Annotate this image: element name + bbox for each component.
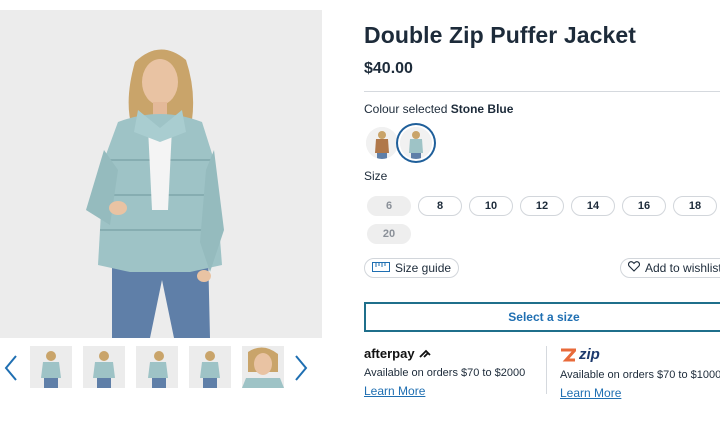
- colour-swatch-stone-blue[interactable]: [400, 127, 432, 159]
- zip-learn-more-link[interactable]: Learn More: [560, 386, 621, 400]
- size-guide-label: Size guide: [395, 261, 452, 275]
- zip-block: zip Available on orders $70 to $1000 Lea…: [560, 346, 720, 402]
- thumbnail-2[interactable]: [83, 346, 125, 388]
- size-18[interactable]: 18: [673, 196, 717, 216]
- afterpay-brand: afterpay: [364, 346, 415, 361]
- chevron-left-icon[interactable]: [2, 352, 22, 384]
- size-10[interactable]: 10: [469, 196, 513, 216]
- size-16[interactable]: 16: [622, 196, 666, 216]
- afterpay-text: Available on orders $70 to $2000: [364, 367, 526, 379]
- afterpay-learn-more-link[interactable]: Learn More: [364, 384, 425, 398]
- colour-selected-name: Stone Blue: [450, 102, 514, 116]
- colour-swatch-tan[interactable]: [366, 127, 398, 159]
- thumbnail-strip: [0, 342, 322, 398]
- heart-icon: [627, 261, 641, 275]
- size-guide-button[interactable]: Size guide: [364, 258, 460, 278]
- colour-selected-line: Colour selected Stone Blue: [364, 102, 513, 116]
- add-to-wishlist-button[interactable]: Add to wishlist: [620, 258, 720, 278]
- zip-brand: zip: [579, 346, 600, 363]
- size-12[interactable]: 12: [520, 196, 564, 216]
- divider: [364, 91, 720, 92]
- afterpay-block: afterpay Available on orders $70 to $200…: [364, 346, 525, 400]
- thumbnail-5[interactable]: [242, 346, 284, 388]
- thumbnail-4[interactable]: [189, 346, 231, 388]
- zip-logo-icon: zip: [560, 346, 720, 363]
- size-label: Size: [364, 169, 388, 183]
- thumbnail-1[interactable]: [30, 346, 72, 388]
- afterpay-logo-icon: afterpay: [364, 346, 525, 361]
- size-14[interactable]: 14: [571, 196, 615, 216]
- select-a-size-button[interactable]: Select a size: [364, 302, 720, 332]
- chevron-right-icon[interactable]: [290, 352, 310, 384]
- zip-text: Available on orders $70 to $1000: [560, 369, 720, 381]
- size-6[interactable]: 6: [367, 196, 411, 216]
- size-20[interactable]: 20: [367, 224, 411, 244]
- payments-divider: [546, 346, 547, 394]
- size-8[interactable]: 8: [418, 196, 462, 216]
- product-title: Double Zip Puffer Jacket: [364, 22, 637, 48]
- main-product-image[interactable]: [0, 10, 322, 338]
- wishlist-label: Add to wishlist: [645, 261, 720, 275]
- model-photo: [0, 10, 322, 338]
- thumbnail-3[interactable]: [136, 346, 178, 388]
- product-price: $40.00: [364, 60, 413, 77]
- ruler-icon: [372, 261, 390, 275]
- colour-prefix: Colour selected: [364, 102, 448, 116]
